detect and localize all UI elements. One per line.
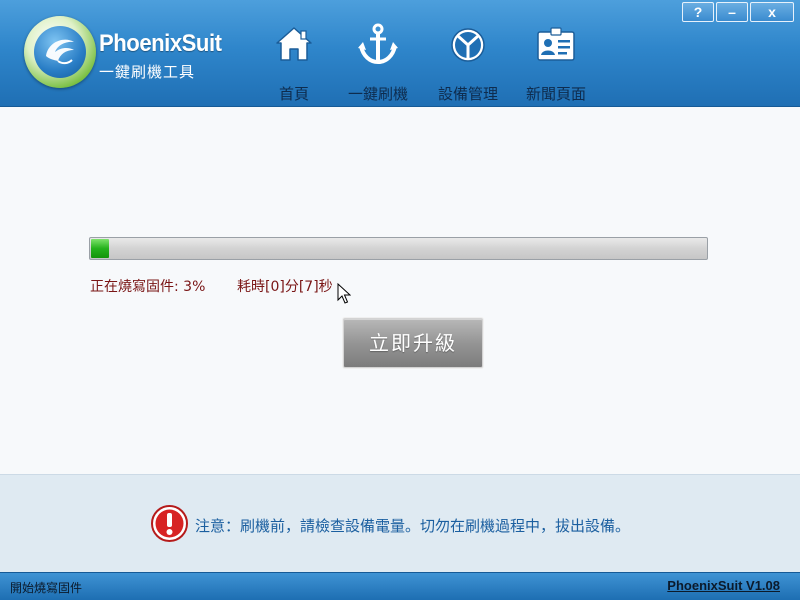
elapsed-time-text: 耗時[0]分[7]秒 bbox=[237, 279, 333, 295]
anchor-icon bbox=[358, 23, 398, 65]
nav-label-news: 新聞頁面 bbox=[525, 85, 586, 103]
help-button[interactable]: ? bbox=[682, 2, 714, 22]
nav-home[interactable]: 首頁 bbox=[249, 18, 339, 104]
mouse-cursor-icon bbox=[337, 283, 351, 304]
nav-one-key-flash[interactable]: 一鍵刷機 bbox=[333, 18, 423, 104]
phoenixsuit-window: PhoenixSuit 一鍵刷機工具 首頁 一鍵刷機 設備管理 新聞頁面 ? –… bbox=[0, 0, 800, 600]
flash-progress-fill bbox=[91, 239, 109, 258]
flash-progress-bar bbox=[89, 237, 708, 260]
home-icon bbox=[276, 27, 312, 61]
minimize-button[interactable]: – bbox=[716, 2, 748, 22]
flash-panel: 正在燒寫固件: 3% 耗時[0]分[7]秒 立即升級 bbox=[0, 107, 800, 474]
phoenix-logo-icon bbox=[24, 16, 96, 88]
app-subtitle: 一鍵刷機工具 bbox=[99, 63, 196, 81]
close-button[interactable]: x bbox=[750, 2, 794, 22]
nav-label-one-key-flash: 一鍵刷機 bbox=[347, 85, 408, 103]
device-icon bbox=[451, 28, 485, 62]
status-bar-message: 開始燒寫固件 bbox=[10, 581, 83, 595]
app-name: PhoenixSuit bbox=[99, 30, 222, 57]
nav-label-home: 首頁 bbox=[278, 85, 309, 103]
news-card-icon bbox=[537, 27, 575, 61]
warning-icon bbox=[151, 505, 188, 542]
status-bar: 開始燒寫固件 PhoenixSuit V1.08 bbox=[0, 572, 800, 600]
nav-label-device-management: 設備管理 bbox=[437, 85, 498, 103]
notice-text: 注意：刷機前，請檢查設備電量。切勿在刷機過程中，拔出設備。 bbox=[195, 517, 631, 535]
upgrade-now-button[interactable]: 立即升級 bbox=[343, 318, 483, 368]
nav-news[interactable]: 新聞頁面 bbox=[511, 18, 601, 104]
flash-status-text: 正在燒寫固件: 3% bbox=[90, 279, 206, 295]
nav-device-management[interactable]: 設備管理 bbox=[423, 18, 513, 104]
notice-panel: 注意：刷機前，請檢查設備電量。切勿在刷機過程中，拔出設備。 bbox=[0, 474, 800, 573]
window-controls: ? – x bbox=[682, 2, 794, 22]
version-link[interactable]: PhoenixSuit V1.08 bbox=[667, 578, 780, 593]
header-bar: PhoenixSuit 一鍵刷機工具 首頁 一鍵刷機 設備管理 新聞頁面 ? –… bbox=[0, 0, 800, 107]
